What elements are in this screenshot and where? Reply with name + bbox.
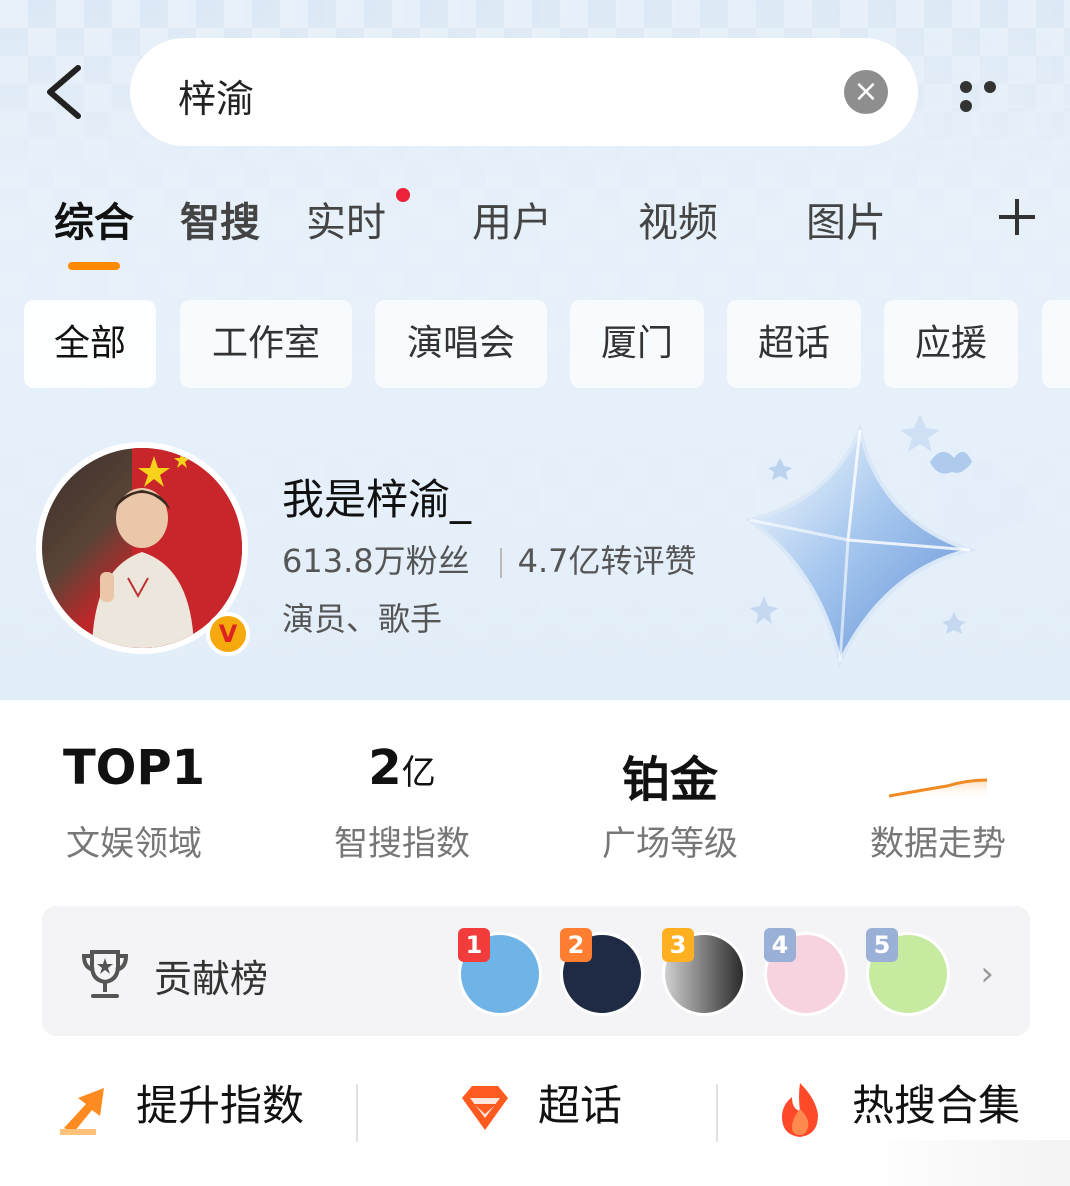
rank-badge-5: 5 bbox=[866, 928, 898, 962]
sparkle-star-icon bbox=[745, 414, 1040, 669]
tab-comprehensive[interactable]: 综合 bbox=[54, 190, 134, 248]
realtime-notification-dot bbox=[396, 188, 410, 202]
clear-icon[interactable]: × bbox=[844, 70, 888, 114]
back-icon[interactable] bbox=[40, 62, 90, 122]
bottom-overlay bbox=[860, 1140, 1070, 1186]
tab-smart-search[interactable]: 智搜 bbox=[180, 190, 260, 248]
metric-smart-index[interactable]: 2亿 智搜指数 bbox=[302, 740, 502, 865]
action-divider bbox=[716, 1084, 718, 1142]
tab-images[interactable]: 图片 bbox=[806, 190, 886, 248]
metric-trend-label: 数据走势 bbox=[870, 824, 1006, 864]
trend-line-icon bbox=[888, 778, 988, 800]
search-bar[interactable]: 梓渝 × bbox=[130, 38, 918, 146]
metrics-row: TOP1 文娱领域 2亿 智搜指数 铂金 广场等级 数据走势 bbox=[0, 740, 1070, 870]
search-input[interactable]: 梓渝 bbox=[178, 68, 254, 123]
metric-rank-label: 文娱领域 bbox=[66, 824, 202, 864]
tab-video[interactable]: 视频 bbox=[638, 190, 718, 248]
metric-smart-index-unit: 亿 bbox=[401, 753, 436, 793]
super-topic-label: 超话 bbox=[538, 1081, 623, 1130]
plus-icon[interactable] bbox=[996, 196, 1038, 238]
profile-stats: 613.8万粉丝 4.7亿转评赞 bbox=[282, 536, 697, 582]
boost-index-button[interactable]: 提升指数 bbox=[56, 1072, 304, 1138]
boost-index-label: 提升指数 bbox=[136, 1081, 305, 1130]
metric-level-label: 广场等级 bbox=[602, 824, 738, 864]
contribution-label: 贡献榜 bbox=[154, 957, 269, 1001]
filter-chips: 全部 工作室 演唱会 厦门 超话 应援 bbox=[0, 300, 1070, 390]
engagement-count: 4.7亿转评赞 bbox=[517, 542, 697, 580]
rank-badge-2: 2 bbox=[560, 928, 592, 962]
rank-badge-4: 4 bbox=[764, 928, 796, 962]
chip-all[interactable]: 全部 bbox=[24, 300, 156, 388]
tab-active-indicator bbox=[68, 262, 120, 270]
metric-trend[interactable]: 数据走势 bbox=[838, 740, 1038, 865]
chip-support[interactable]: 应援 bbox=[884, 300, 1018, 388]
profile-name[interactable]: 我是梓渝_ bbox=[282, 466, 471, 527]
metric-smart-index-label: 智搜指数 bbox=[334, 824, 470, 864]
action-divider bbox=[356, 1084, 358, 1142]
profile-description: 演员、歌手 bbox=[282, 600, 443, 638]
metric-level[interactable]: 铂金 广场等级 bbox=[570, 740, 770, 865]
hot-search-label: 热搜合集 bbox=[852, 1081, 1021, 1130]
hot-search-button[interactable]: 热搜合集 bbox=[772, 1072, 1020, 1139]
chip-concert[interactable]: 演唱会 bbox=[375, 300, 547, 388]
contribution-ranking[interactable]: 贡献榜 1 2 3 4 5 › bbox=[42, 906, 1030, 1036]
tab-bar: 综合 智搜 实时 用户 视频 图片 bbox=[0, 190, 1070, 280]
verified-badge-icon: V bbox=[206, 612, 250, 656]
super-topic-button[interactable]: 超话 bbox=[456, 1072, 622, 1138]
metric-level-value: 铂金 bbox=[621, 752, 718, 808]
arrow-up-icon bbox=[60, 1087, 104, 1135]
more-icon[interactable] bbox=[960, 78, 1030, 112]
trophy-icon bbox=[81, 950, 129, 998]
tab-realtime[interactable]: 实时 bbox=[306, 190, 386, 248]
metric-rank-value: TOP1 bbox=[62, 740, 206, 796]
fans-count: 613.8万粉丝 bbox=[282, 542, 470, 580]
tab-users[interactable]: 用户 bbox=[472, 190, 552, 248]
chip-xiamen[interactable]: 厦门 bbox=[570, 300, 704, 388]
flame-icon bbox=[782, 1082, 818, 1137]
rank-badge-3: 3 bbox=[662, 928, 694, 962]
chip-super-topic[interactable]: 超话 bbox=[727, 300, 861, 388]
metric-smart-index-value: 2 bbox=[368, 740, 402, 796]
chip-more[interactable] bbox=[1042, 300, 1070, 388]
chevron-right-icon[interactable]: › bbox=[980, 954, 994, 994]
chip-studio[interactable]: 工作室 bbox=[180, 300, 352, 388]
diamond-icon bbox=[462, 1085, 508, 1130]
rank-badge-1: 1 bbox=[458, 928, 490, 962]
metric-rank[interactable]: TOP1 文娱领域 bbox=[34, 740, 234, 865]
